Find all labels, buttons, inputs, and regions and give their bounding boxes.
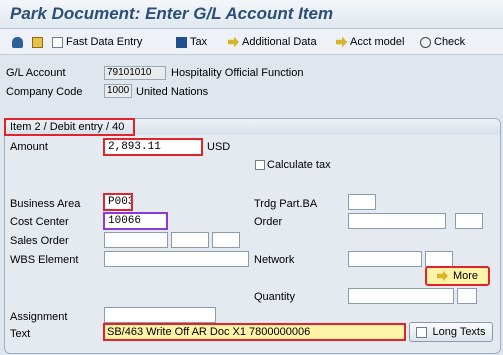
- company-code-label: Company Code: [6, 86, 83, 98]
- sales-order-field[interactable]: [104, 232, 168, 248]
- assignment-label: Assignment: [10, 311, 68, 323]
- acct-model-button[interactable]: Acct model: [336, 34, 404, 50]
- fast-data-entry-label: Fast Data Entry: [66, 36, 143, 48]
- gl-account-field: 79101010: [104, 66, 166, 80]
- company-code-description: United Nations: [136, 86, 209, 98]
- additional-data-label: Additional Data: [242, 36, 317, 48]
- cost-center-field[interactable]: 10066: [103, 212, 168, 230]
- arrow-icon: [336, 36, 347, 48]
- tax-button[interactable]: Tax: [176, 34, 207, 50]
- sales-order-item-field[interactable]: [171, 232, 209, 248]
- more-label: More: [452, 270, 479, 282]
- more-button[interactable]: More: [425, 266, 490, 286]
- business-area-field[interactable]: P003: [103, 193, 133, 211]
- order-label: Order: [254, 216, 283, 228]
- order-extra-field[interactable]: [455, 213, 483, 229]
- company-code-field: 1000: [104, 84, 132, 98]
- business-area-label: Business Area: [10, 198, 81, 210]
- document-icon: [416, 326, 428, 338]
- sales-order-schedule-field[interactable]: [212, 232, 240, 248]
- text-label: Text: [10, 328, 31, 340]
- arrow-icon: [228, 36, 239, 48]
- network-field[interactable]: [348, 251, 422, 267]
- check-icon: [420, 36, 431, 48]
- acct-model-label: Acct model: [350, 36, 405, 48]
- check-button[interactable]: Check: [420, 34, 465, 50]
- save-icon[interactable]: [32, 34, 46, 50]
- application-toolbar: Fast Data Entry Tax Additional Data Acct…: [0, 29, 503, 55]
- quantity-unit-field[interactable]: [457, 288, 477, 304]
- text-field[interactable]: SB/463 Write Off AR Doc X1 7800000006: [103, 323, 406, 341]
- quantity-label: Quantity: [254, 291, 295, 303]
- additional-data-button[interactable]: Additional Data: [228, 34, 317, 50]
- amount-field[interactable]: 2,893.11: [103, 138, 203, 156]
- document-icon: [52, 36, 63, 48]
- arrow-icon: [436, 270, 448, 282]
- tax-label: Tax: [190, 36, 208, 48]
- long-texts-button[interactable]: Long Texts: [409, 322, 493, 342]
- order-field[interactable]: [348, 213, 446, 229]
- currency-label: USD: [207, 141, 231, 153]
- check-label: Check: [434, 36, 466, 48]
- assignment-field[interactable]: [104, 307, 216, 323]
- item-frame-title: Item 2 / Debit entry / 40: [4, 118, 135, 136]
- wbs-element-label: WBS Element: [10, 254, 79, 266]
- trdg-part-ba-label: Trdg Part.BA: [254, 198, 318, 210]
- user-icon[interactable]: [12, 34, 26, 50]
- sales-order-label: Sales Order: [10, 235, 69, 247]
- network-activity-field[interactable]: [425, 251, 453, 267]
- calculate-tax-label: Calculate tax: [267, 159, 331, 171]
- long-texts-label: Long Texts: [432, 326, 486, 338]
- fast-data-entry-button[interactable]: Fast Data Entry: [52, 34, 142, 50]
- network-label: Network: [254, 254, 295, 266]
- quantity-field[interactable]: [348, 288, 454, 304]
- gl-account-label: G/L Account: [6, 67, 66, 79]
- window-title: Park Document: Enter G/L Account Item: [10, 4, 334, 23]
- info-icon: [176, 36, 187, 48]
- item-frame: [4, 118, 501, 354]
- gl-account-description: Hospitality Official Function: [171, 67, 304, 79]
- wbs-element-field[interactable]: [104, 251, 249, 267]
- cost-center-label: Cost Center: [10, 216, 69, 228]
- calculate-tax-checkbox[interactable]: [255, 160, 265, 170]
- amount-label: Amount: [10, 141, 48, 153]
- trdg-part-ba-field[interactable]: [348, 194, 376, 210]
